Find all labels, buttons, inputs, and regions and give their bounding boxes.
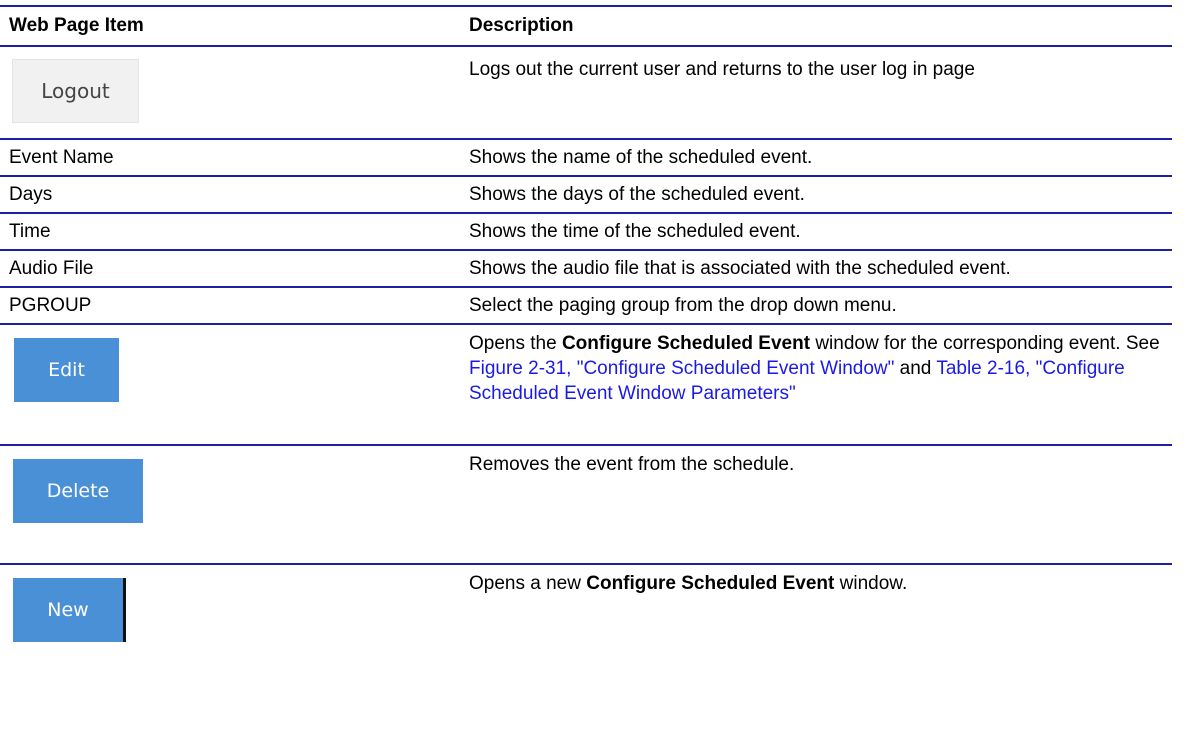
audio-file-description: Shows the audio file that is associated … — [469, 258, 1011, 279]
figure-2-31-link[interactable]: Figure 2-31, "Configure Scheduled Event … — [469, 358, 894, 379]
new-desc-part1: Opens a new — [469, 573, 587, 594]
header-web-page-item: Web Page Item — [9, 15, 144, 36]
new-desc-part2: window. — [834, 573, 908, 594]
edit-desc-bold: Configure Scheduled Event — [561, 333, 811, 354]
table-row-new: New Opens a new Configure Scheduled Even… — [0, 563, 1172, 663]
edit-description: Opens the Configure Scheduled Event wind… — [469, 325, 1172, 444]
table-row-event-name: Event Name Shows the name of the schedul… — [0, 138, 1172, 175]
edit-desc-and: and — [894, 358, 937, 379]
pgroup-item: PGROUP — [9, 295, 92, 316]
time-description: Shows the time of the scheduled event. — [469, 221, 801, 242]
new-description: Opens a new Configure Scheduled Event wi… — [469, 565, 1172, 663]
table-header-row: Web Page Item Description — [0, 5, 1172, 47]
table-row-logout: Logout Logs out the current user and ret… — [0, 47, 1172, 138]
table-row-audio-file: Audio File Shows the audio file that is … — [0, 249, 1172, 286]
logout-description: Logs out the current user and returns to… — [469, 59, 975, 80]
new-button[interactable]: New — [13, 578, 126, 642]
table-row-edit: Edit Opens the Configure Scheduled Event… — [0, 323, 1172, 444]
delete-button[interactable]: Delete — [13, 459, 143, 523]
days-item: Days — [9, 184, 53, 205]
table-row-delete: Delete Removes the event from the schedu… — [0, 444, 1172, 563]
table-row-time: Time Shows the time of the scheduled eve… — [0, 212, 1172, 249]
pgroup-description: Select the paging group from the drop do… — [469, 295, 897, 316]
event-name-item: Event Name — [9, 147, 114, 168]
edit-desc-part2: window for the corresponding event. See — [810, 333, 1160, 354]
audio-file-item: Audio File — [9, 258, 94, 279]
delete-description: Removes the event from the schedule. — [469, 454, 795, 475]
edit-button[interactable]: Edit — [14, 338, 119, 402]
event-name-description: Shows the name of the scheduled event. — [469, 147, 813, 168]
header-description: Description — [469, 15, 574, 36]
days-description: Shows the days of the scheduled event. — [469, 184, 805, 205]
table-row-days: Days Shows the days of the scheduled eve… — [0, 175, 1172, 212]
edit-desc-part1: Opens the — [469, 333, 562, 354]
table-row-pgroup: PGROUP Select the paging group from the … — [0, 286, 1172, 323]
time-item: Time — [9, 221, 51, 242]
logout-button[interactable]: Logout — [12, 59, 139, 123]
new-desc-bold: Configure Scheduled Event — [586, 573, 835, 594]
parameters-table: Web Page Item Description Logout Logs ou… — [0, 5, 1172, 663]
